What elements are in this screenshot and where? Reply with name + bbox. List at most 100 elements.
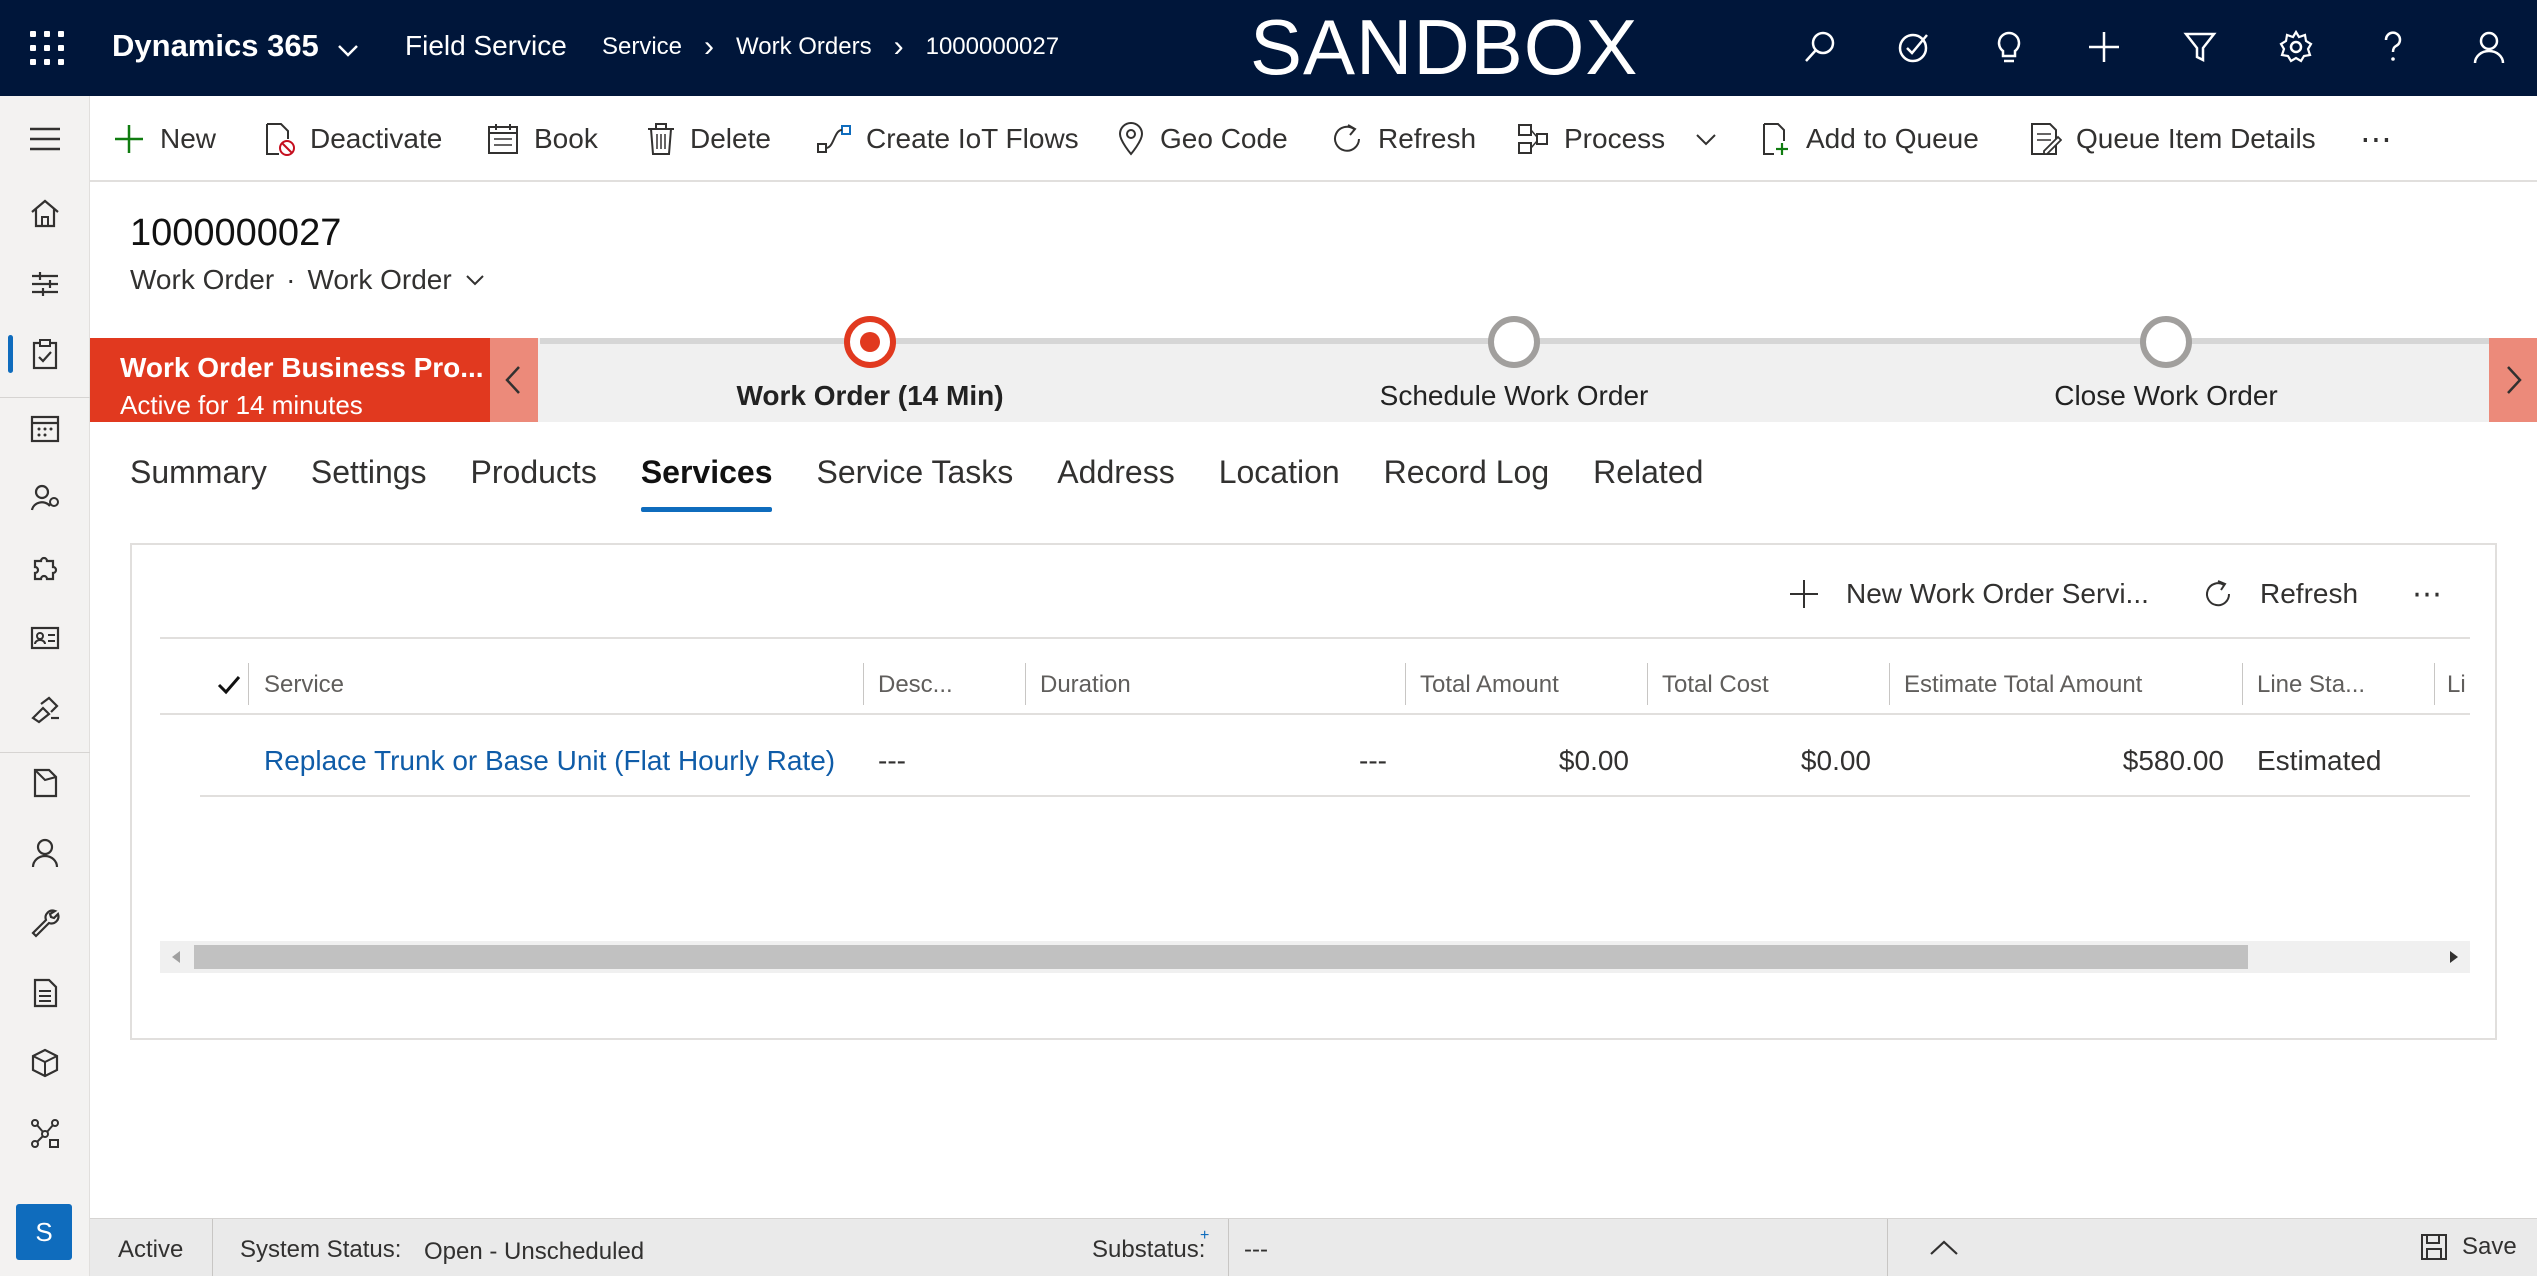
work-orders-icon[interactable] (0, 319, 90, 389)
chevron-down-icon[interactable] (464, 269, 486, 291)
stage-schedule-work-order[interactable]: Schedule Work Order (1254, 316, 1774, 412)
tab-products[interactable]: Products (471, 454, 597, 510)
resources-icon[interactable] (0, 463, 90, 533)
tab-related[interactable]: Related (1593, 454, 1703, 510)
calendar-icon (488, 124, 518, 154)
stage-label: Work Order (14 Min) (736, 380, 1004, 411)
horizontal-scrollbar[interactable] (160, 941, 2470, 973)
form-selector[interactable]: Work Order (308, 264, 452, 296)
tab-record-log[interactable]: Record Log (1384, 454, 1549, 510)
column-header-truncated[interactable]: Li (2447, 665, 2469, 705)
tab-settings[interactable]: Settings (311, 454, 427, 510)
tab-location[interactable]: Location (1219, 454, 1340, 510)
task-check-icon[interactable] (1891, 24, 1937, 70)
cell-line-status: Estimated (2257, 745, 2382, 776)
chevron-down-icon[interactable] (1693, 126, 1719, 152)
subgrid-refresh-button[interactable]: Refresh (2202, 571, 2358, 617)
stage-close-work-order[interactable]: Close Work Order (1906, 316, 2426, 412)
user-icon[interactable] (2466, 24, 2512, 70)
environment-label: SANDBOX (1250, 3, 1639, 91)
column-header-service[interactable]: Service (264, 665, 624, 705)
person-icon[interactable] (0, 818, 90, 888)
select-all-checkbox[interactable] (216, 665, 246, 705)
stage-work-order[interactable]: Work Order (14 Min) (610, 316, 1130, 412)
app-launcher-icon[interactable] (30, 31, 64, 65)
plus-icon[interactable] (2081, 24, 2127, 70)
column-header-description[interactable]: Desc... (878, 665, 1018, 705)
subgrid-more-button[interactable]: ⋯ (2412, 571, 2442, 617)
search-icon[interactable] (1797, 24, 1843, 70)
deactivate-icon (266, 123, 295, 156)
breadcrumb-service[interactable]: Service (602, 33, 682, 61)
tab-summary[interactable]: Summary (130, 454, 267, 510)
form-tabs: Summary Settings Products Services Servi… (130, 454, 1747, 514)
breadcrumb-work-orders[interactable]: Work Orders (736, 33, 872, 61)
save-button[interactable]: Save (2420, 1233, 2517, 1261)
lightbulb-icon[interactable] (1986, 24, 2032, 70)
scroll-left-icon[interactable] (170, 950, 182, 964)
breadcrumb-record: 1000000027 (925, 33, 1060, 60)
tab-service-tasks[interactable]: Service Tasks (816, 454, 1013, 510)
gear-icon[interactable] (2273, 24, 2319, 70)
delete-button[interactable]: Delete (646, 114, 771, 164)
header-divider (160, 713, 2470, 715)
document-icon[interactable] (0, 748, 90, 818)
system-status-label: System Status: (240, 1236, 402, 1263)
puzzle-icon[interactable] (0, 533, 90, 603)
stage-circle-icon (1488, 316, 1540, 368)
chevron-down-icon[interactable] (334, 36, 362, 64)
wrench-icon[interactable] (0, 888, 90, 958)
module-name[interactable]: Field Service (405, 30, 567, 62)
previous-stage-button[interactable] (490, 338, 538, 422)
substatus-value[interactable]: --- (1244, 1236, 1268, 1264)
plus-icon (1790, 580, 1818, 608)
cell-service-link[interactable]: Replace Trunk or Base Unit (Flat Hourly … (264, 741, 835, 781)
next-stage-button[interactable] (2489, 338, 2537, 422)
system-status-value[interactable]: Open - Unscheduled (424, 1238, 644, 1266)
app-name[interactable]: Dynamics 365 (112, 28, 319, 64)
agreement-icon[interactable] (0, 673, 90, 743)
column-header-duration[interactable]: Duration (1040, 665, 1400, 705)
menu-icon[interactable] (0, 104, 90, 174)
column-header-line-status[interactable]: Line Sta... (2257, 665, 2407, 705)
home-icon[interactable] (0, 178, 90, 248)
package-icon[interactable] (0, 1028, 90, 1098)
sitemap-icon[interactable] (0, 249, 90, 319)
book-button[interactable]: Book (486, 114, 598, 164)
column-header-estimate-total-amount[interactable]: Estimate Total Amount (1904, 665, 2234, 705)
more-commands-button[interactable]: ⋯ (2360, 114, 2392, 164)
network-icon[interactable] (0, 1098, 90, 1168)
scrollbar-thumb[interactable] (194, 945, 2248, 969)
process-flow-summary[interactable]: Work Order Business Pro... Active for 14… (90, 338, 490, 422)
geo-code-button[interactable]: Geo Code (1116, 114, 1288, 164)
cell-duration: --- (1359, 745, 1387, 776)
column-header-total-cost[interactable]: Total Cost (1662, 665, 1882, 705)
refresh-icon (1334, 124, 1360, 152)
avatar[interactable]: S (16, 1204, 72, 1260)
stage-label: Schedule Work Order (1379, 380, 1649, 411)
create-iot-flows-button[interactable]: Create IoT Flows (816, 114, 1079, 164)
new-work-order-service-button[interactable]: New Work Order Servi... (1788, 571, 2149, 617)
geo-code-label: Geo Code (1160, 123, 1288, 154)
business-process-flow: Work Order Business Pro... Active for 14… (90, 316, 2537, 422)
queue-item-details-button[interactable]: Queue Item Details (2028, 114, 2316, 164)
column-header-total-amount[interactable]: Total Amount (1420, 665, 1640, 705)
filter-icon[interactable] (2177, 24, 2223, 70)
add-to-queue-button[interactable]: Add to Queue (1758, 114, 1979, 164)
calendar-icon[interactable] (0, 393, 90, 463)
trash-icon (648, 123, 674, 155)
help-icon[interactable] (2370, 24, 2416, 70)
tab-services[interactable]: Services (640, 454, 772, 512)
list-document-icon[interactable] (0, 958, 90, 1028)
chevron-up-icon[interactable] (1928, 1237, 1960, 1259)
deactivate-button[interactable]: Deactivate (262, 114, 442, 164)
process-button[interactable]: Process (1516, 114, 1733, 164)
refresh-label: Refresh (1378, 123, 1477, 154)
scroll-right-icon[interactable] (2448, 950, 2460, 964)
tab-address[interactable]: Address (1057, 454, 1174, 510)
queue-item-details-label: Queue Item Details (2076, 123, 2316, 154)
new-button[interactable]: New (112, 114, 216, 164)
contact-card-icon[interactable] (0, 603, 90, 673)
refresh-button[interactable]: Refresh (1330, 114, 1476, 164)
active-stage-target-icon (844, 316, 896, 368)
